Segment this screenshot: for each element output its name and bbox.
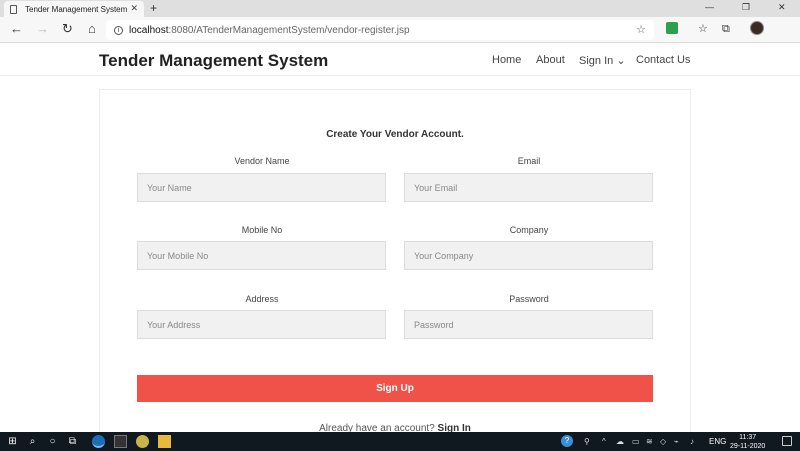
terminal-icon[interactable] <box>114 435 127 448</box>
mobile-input[interactable] <box>137 241 386 270</box>
collections-icon[interactable]: ⧉ <box>722 21 730 37</box>
app-icon[interactable] <box>136 435 149 448</box>
clock-time: 11:37 <box>739 434 757 441</box>
company-input[interactable] <box>404 241 653 270</box>
task-switch-icon[interactable]: ⧉ <box>66 435 79 448</box>
taskbar: ⊞ ⌕ ○ ⧉ ? ⚲ ^ ☁ ▭ ≋ ◇ ⌁ ♪ ENG 11:37 29-1… <box>0 432 800 451</box>
url-path: :8080/ATenderManagementSystem/vendor-reg… <box>168 24 410 36</box>
restore-button[interactable]: ❐ <box>742 2 750 13</box>
nav-about[interactable]: About <box>536 54 565 66</box>
mobile-label: Mobile No <box>241 225 283 235</box>
file-explorer-icon[interactable] <box>158 435 171 448</box>
favorites-icon[interactable]: ☆ <box>698 21 708 37</box>
favorite-star-icon[interactable]: ☆ <box>636 23 646 36</box>
tab-title: Tender Management System <box>25 4 128 14</box>
page-icon <box>10 4 17 14</box>
refresh-icon[interactable]: ↻ <box>62 21 73 37</box>
site-info-icon[interactable]: i <box>114 25 123 35</box>
wifi-icon[interactable]: ≋ <box>646 437 653 446</box>
address-bar[interactable]: i localhost:8080/ATenderManagementSystem… <box>106 20 654 40</box>
vendor-name-label: Vendor Name <box>234 156 290 166</box>
task-view-icon[interactable]: ○ <box>46 435 59 448</box>
dropbox-icon[interactable]: ◇ <box>660 437 666 446</box>
people-icon[interactable]: ⚲ <box>584 437 590 446</box>
company-label: Company <box>509 225 549 235</box>
folder-tray-icon[interactable]: ▭ <box>632 437 640 446</box>
browser-toolbar: ← → ↻ ⌂ i localhost:8080/ATenderManageme… <box>0 17 800 43</box>
cloud-icon[interactable]: ☁ <box>616 437 624 446</box>
vendor-name-input[interactable] <box>137 173 386 202</box>
chevron-up-icon[interactable]: ^ <box>602 437 606 446</box>
help-icon[interactable]: ? <box>561 435 573 447</box>
volume-icon[interactable]: ♪ <box>690 437 694 446</box>
clock[interactable]: 11:37 29-11-2020 <box>730 433 765 451</box>
home-icon[interactable]: ⌂ <box>88 21 96 37</box>
brand-title[interactable]: Tender Management System <box>99 51 328 71</box>
password-label: Password <box>509 294 549 304</box>
profile-avatar[interactable] <box>750 21 764 35</box>
nav-sign-in[interactable]: Sign In ⌄ <box>579 54 626 67</box>
back-arrow-icon[interactable]: ← <box>10 21 23 37</box>
chevron-down-icon: ⌄ <box>616 55 626 67</box>
url-host: localhost <box>129 24 169 36</box>
address-label: Address <box>245 294 279 304</box>
tab-close-icon[interactable]: ✕ <box>130 3 138 14</box>
minimize-button[interactable]: — <box>705 2 714 12</box>
email-label: Email <box>517 156 541 166</box>
network-icon[interactable]: ⌁ <box>674 437 679 446</box>
email-input[interactable] <box>404 173 653 202</box>
new-tab-button[interactable]: + <box>150 1 157 15</box>
browser-tabstrip: Tender Management System ✕ + — ❐ ✕ <box>0 0 800 17</box>
nav-home[interactable]: Home <box>492 54 521 66</box>
site-header: Tender Management System Home About Sign… <box>0 44 800 76</box>
edge-browser-icon[interactable] <box>92 435 105 448</box>
address-input[interactable] <box>137 310 386 339</box>
nav-contact[interactable]: Contact Us <box>636 54 690 66</box>
windows-start-icon[interactable]: ⊞ <box>6 435 19 448</box>
forward-arrow-icon[interactable]: → <box>36 21 49 37</box>
clock-date: 29-11-2020 <box>730 443 766 450</box>
notification-icon[interactable] <box>782 436 792 446</box>
language-indicator[interactable]: ENG <box>709 437 726 446</box>
extension-icon[interactable] <box>666 22 678 34</box>
password-input[interactable] <box>404 310 653 339</box>
browser-tab[interactable]: Tender Management System ✕ <box>4 1 144 17</box>
close-window-button[interactable]: ✕ <box>778 2 786 13</box>
search-icon[interactable]: ⌕ <box>26 435 39 448</box>
sign-up-button[interactable]: Sign Up <box>137 375 653 402</box>
form-title: Create Your Vendor Account. <box>326 129 464 140</box>
nav-sign-in-label: Sign In <box>579 55 614 67</box>
